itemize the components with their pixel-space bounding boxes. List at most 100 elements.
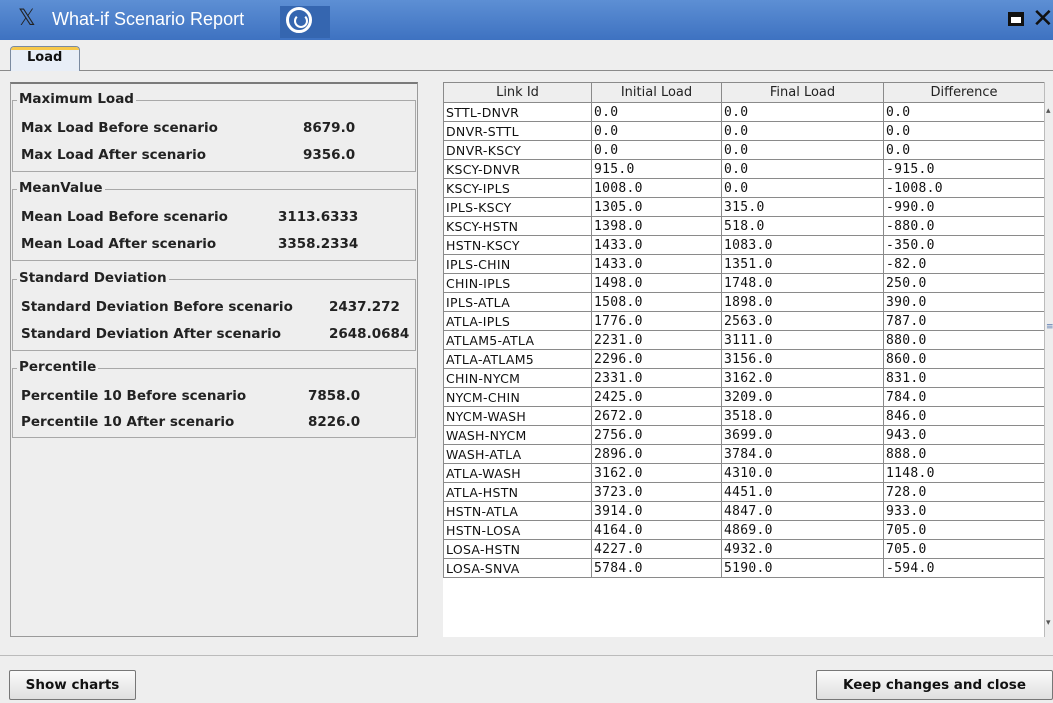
- close-icon[interactable]: ✕: [1032, 4, 1053, 34]
- cell-link-id[interactable]: HSTN-LOSA: [443, 520, 592, 540]
- cell-final-load[interactable]: 0.0: [721, 159, 884, 179]
- cell-link-id[interactable]: IPLS-KSCY: [443, 197, 592, 217]
- cell-link-id[interactable]: CHIN-NYCM: [443, 368, 592, 388]
- cell-link-id[interactable]: KSCY-HSTN: [443, 216, 592, 236]
- table-row[interactable]: KSCY-IPLS 1008.0 0.0 -1008.0: [443, 178, 1045, 198]
- cell-initial-load[interactable]: 915.0: [591, 159, 722, 179]
- cell-link-id[interactable]: NYCM-CHIN: [443, 387, 592, 407]
- link-load-table-container[interactable]: Link Id Initial Load Final Load Differen…: [443, 82, 1053, 637]
- cell-initial-load[interactable]: 2296.0: [591, 349, 722, 369]
- cell-difference[interactable]: -1008.0: [883, 178, 1045, 198]
- cell-final-load[interactable]: 4451.0: [721, 482, 884, 502]
- cell-initial-load[interactable]: 0.0: [591, 121, 722, 141]
- cell-difference[interactable]: 888.0: [883, 444, 1045, 464]
- cell-initial-load[interactable]: 5784.0: [591, 558, 722, 578]
- cell-final-load[interactable]: 4869.0: [721, 520, 884, 540]
- cell-initial-load[interactable]: 1433.0: [591, 254, 722, 274]
- table-row[interactable]: NYCM-CHIN 2425.0 3209.0 784.0: [443, 387, 1045, 407]
- cell-final-load[interactable]: 0.0: [721, 140, 884, 160]
- cell-link-id[interactable]: KSCY-IPLS: [443, 178, 592, 198]
- cell-initial-load[interactable]: 1498.0: [591, 273, 722, 293]
- cell-link-id[interactable]: IPLS-ATLA: [443, 292, 592, 312]
- show-charts-button[interactable]: Show charts: [9, 670, 136, 700]
- cell-difference[interactable]: -82.0: [883, 254, 1045, 274]
- cell-final-load[interactable]: 1083.0: [721, 235, 884, 255]
- cell-initial-load[interactable]: 1398.0: [591, 216, 722, 236]
- cell-link-id[interactable]: DNVR-STTL: [443, 121, 592, 141]
- table-row[interactable]: IPLS-KSCY 1305.0 315.0 -990.0: [443, 197, 1045, 217]
- maximize-icon[interactable]: [1008, 12, 1024, 26]
- table-row[interactable]: DNVR-KSCY 0.0 0.0 0.0: [443, 140, 1045, 160]
- cell-link-id[interactable]: LOSA-HSTN: [443, 539, 592, 559]
- cell-difference[interactable]: 846.0: [883, 406, 1045, 426]
- cell-difference[interactable]: 787.0: [883, 311, 1045, 331]
- cell-difference[interactable]: 705.0: [883, 520, 1045, 540]
- table-row[interactable]: WASH-NYCM 2756.0 3699.0 943.0: [443, 425, 1045, 445]
- table-row[interactable]: CHIN-NYCM 2331.0 3162.0 831.0: [443, 368, 1045, 388]
- cell-initial-load[interactable]: 2425.0: [591, 387, 722, 407]
- cell-link-id[interactable]: KSCY-DNVR: [443, 159, 592, 179]
- table-scrollbar[interactable]: ▴ ≡ ▾: [1044, 82, 1053, 637]
- cell-initial-load[interactable]: 1008.0: [591, 178, 722, 198]
- cell-difference[interactable]: 860.0: [883, 349, 1045, 369]
- cell-link-id[interactable]: IPLS-CHIN: [443, 254, 592, 274]
- cell-difference[interactable]: 250.0: [883, 273, 1045, 293]
- cell-link-id[interactable]: HSTN-KSCY: [443, 235, 592, 255]
- cell-difference[interactable]: 1148.0: [883, 463, 1045, 483]
- cell-difference[interactable]: -594.0: [883, 558, 1045, 578]
- cell-difference[interactable]: -990.0: [883, 197, 1045, 217]
- cell-difference[interactable]: -350.0: [883, 235, 1045, 255]
- table-row[interactable]: WASH-ATLA 2896.0 3784.0 888.0: [443, 444, 1045, 464]
- table-row[interactable]: ATLA-ATLAM5 2296.0 3156.0 860.0: [443, 349, 1045, 369]
- cell-difference[interactable]: 705.0: [883, 539, 1045, 559]
- column-header-initial-load[interactable]: Initial Load: [591, 82, 722, 103]
- column-header-final-load[interactable]: Final Load: [721, 82, 884, 103]
- cell-difference[interactable]: 784.0: [883, 387, 1045, 407]
- scroll-up-icon[interactable]: ▴: [1046, 106, 1051, 116]
- column-header-difference[interactable]: Difference: [883, 82, 1045, 103]
- cell-final-load[interactable]: 3162.0: [721, 368, 884, 388]
- table-row[interactable]: KSCY-DNVR 915.0 0.0 -915.0: [443, 159, 1045, 179]
- table-row[interactable]: LOSA-HSTN 4227.0 4932.0 705.0: [443, 539, 1045, 559]
- cell-link-id[interactable]: NYCM-WASH: [443, 406, 592, 426]
- cell-initial-load[interactable]: 1776.0: [591, 311, 722, 331]
- cell-link-id[interactable]: ATLA-HSTN: [443, 482, 592, 502]
- table-row[interactable]: ATLAM5-ATLA 2231.0 3111.0 880.0: [443, 330, 1045, 350]
- table-row[interactable]: CHIN-IPLS 1498.0 1748.0 250.0: [443, 273, 1045, 293]
- cell-difference[interactable]: 0.0: [883, 102, 1045, 122]
- tab-load[interactable]: Load: [10, 46, 80, 71]
- cell-initial-load[interactable]: 0.0: [591, 102, 722, 122]
- cell-final-load[interactable]: 0.0: [721, 178, 884, 198]
- keep-changes-and-close-button[interactable]: Keep changes and close: [816, 670, 1053, 700]
- cell-final-load[interactable]: 1898.0: [721, 292, 884, 312]
- cell-link-id[interactable]: ATLA-ATLAM5: [443, 349, 592, 369]
- cell-initial-load[interactable]: 2896.0: [591, 444, 722, 464]
- cell-final-load[interactable]: 315.0: [721, 197, 884, 217]
- table-row[interactable]: IPLS-ATLA 1508.0 1898.0 390.0: [443, 292, 1045, 312]
- cell-final-load[interactable]: 1748.0: [721, 273, 884, 293]
- cell-final-load[interactable]: 4847.0: [721, 501, 884, 521]
- cell-final-load[interactable]: 518.0: [721, 216, 884, 236]
- cell-difference[interactable]: 0.0: [883, 140, 1045, 160]
- cell-initial-load[interactable]: 4227.0: [591, 539, 722, 559]
- cell-initial-load[interactable]: 2331.0: [591, 368, 722, 388]
- scroll-down-icon[interactable]: ▾: [1046, 618, 1051, 628]
- table-row[interactable]: LOSA-SNVA 5784.0 5190.0 -594.0: [443, 558, 1045, 578]
- cell-difference[interactable]: 880.0: [883, 330, 1045, 350]
- table-row[interactable]: ATLA-IPLS 1776.0 2563.0 787.0: [443, 311, 1045, 331]
- table-row[interactable]: KSCY-HSTN 1398.0 518.0 -880.0: [443, 216, 1045, 236]
- column-header-link-id[interactable]: Link Id: [443, 82, 592, 103]
- table-row[interactable]: DNVR-STTL 0.0 0.0 0.0: [443, 121, 1045, 141]
- swirl-icon[interactable]: [286, 7, 312, 33]
- cell-initial-load[interactable]: 3914.0: [591, 501, 722, 521]
- cell-difference[interactable]: -915.0: [883, 159, 1045, 179]
- cell-link-id[interactable]: ATLA-WASH: [443, 463, 592, 483]
- cell-link-id[interactable]: ATLA-IPLS: [443, 311, 592, 331]
- cell-initial-load[interactable]: 4164.0: [591, 520, 722, 540]
- table-row[interactable]: HSTN-ATLA 3914.0 4847.0 933.0: [443, 501, 1045, 521]
- cell-initial-load[interactable]: 1433.0: [591, 235, 722, 255]
- cell-initial-load[interactable]: 2231.0: [591, 330, 722, 350]
- cell-difference[interactable]: 933.0: [883, 501, 1045, 521]
- scroll-thumb[interactable]: ≡: [1046, 322, 1053, 332]
- cell-final-load[interactable]: 2563.0: [721, 311, 884, 331]
